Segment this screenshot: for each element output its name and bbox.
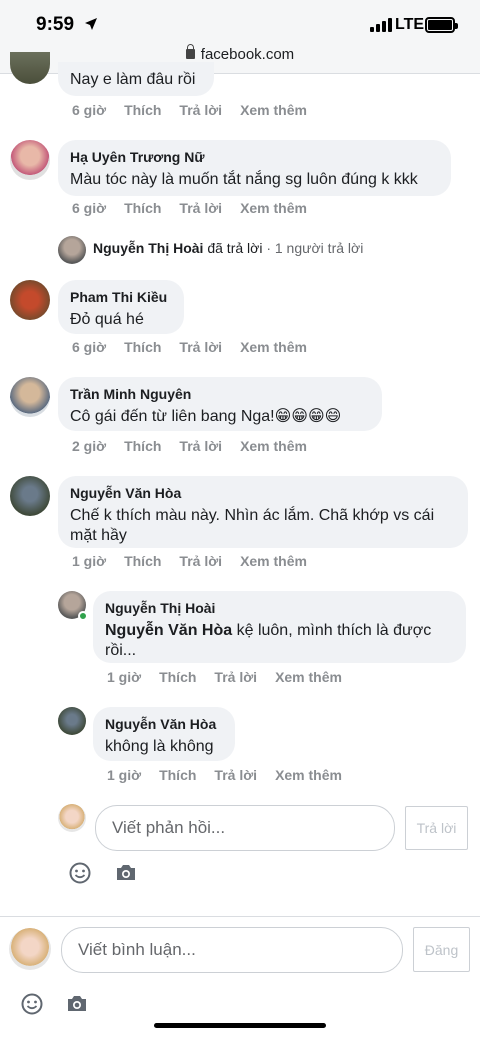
comment-text: Cô gái đến từ liên bang Nga!😁😁😁😄 [70, 408, 342, 425]
reply-button[interactable]: Trả lời [179, 438, 222, 454]
see-more-button[interactable]: Xem thêm [240, 339, 307, 355]
reply-button[interactable]: Trả lời [179, 102, 222, 118]
comment-bubble: Hạ Uyên Trương Nữ Màu tóc này là muốn tắ… [58, 140, 451, 196]
avatar [58, 804, 86, 832]
reply-button[interactable]: Trả lời [179, 339, 222, 355]
see-more-button[interactable]: Xem thêm [240, 438, 307, 454]
address-bar[interactable]: facebook.com [0, 44, 480, 63]
mention[interactable]: Nguyễn Văn Hòa [105, 622, 232, 639]
reply-time: 1 giờ [107, 767, 142, 783]
reply-bubble: Nguyễn Văn Hòa không là không [93, 707, 235, 761]
comment-time: 6 giờ [72, 102, 107, 118]
avatar[interactable] [58, 707, 86, 735]
clock: 9:59 [36, 14, 75, 35]
comment-actions: 2 giờ Thích Trả lời Xem thêm [72, 438, 325, 454]
comment-time: 2 giờ [72, 438, 107, 454]
reply-author[interactable]: Nguyễn Văn Hòa [105, 715, 223, 733]
like-button[interactable]: Thích [159, 767, 196, 783]
reply-author[interactable]: Nguyễn Thị Hoài [105, 599, 454, 617]
signal-icon [370, 18, 392, 32]
reply-submit-button[interactable]: Trả lời [405, 806, 468, 850]
smiley-icon[interactable] [21, 993, 43, 1015]
smiley-icon[interactable] [69, 862, 91, 884]
comment-actions: 6 giờ Thích Trả lời Xem thêm [72, 102, 325, 118]
like-button[interactable]: Thích [124, 438, 161, 454]
comment-author[interactable]: Nguyễn Văn Hòa [70, 484, 456, 502]
like-button[interactable]: Thích [124, 102, 161, 118]
network-type: LTE [395, 16, 425, 33]
reply-button[interactable]: Trả lời [214, 767, 257, 783]
comment-input-placeholder: Viết bình luận... [78, 940, 196, 959]
comment-actions: 1 giờ Thích Trả lời Xem thêm [72, 553, 325, 569]
camera-icon[interactable] [66, 995, 88, 1013]
comment-text: Màu tóc này là muốn tắt nắng sg luôn đún… [70, 171, 418, 188]
comment-text: Đỏ quá hé [70, 311, 144, 328]
reply-summary-count: · 1 người trả lời [266, 240, 364, 256]
like-button[interactable]: Thích [124, 200, 161, 216]
online-indicator [78, 611, 88, 621]
see-more-button[interactable]: Xem thêm [240, 200, 307, 216]
comment-author[interactable]: Pham Thi Kiều [70, 288, 172, 306]
avatar [9, 928, 51, 970]
comment-text: Chế k thích màu này. Nhìn ác lắm. Chã kh… [70, 507, 435, 544]
reply-summary-name: Nguyễn Thị Hoài [93, 240, 204, 256]
reply-bubble: Nguyễn Thị Hoài Nguyễn Văn Hòa kệ luôn, … [93, 591, 466, 663]
comment-author[interactable]: Hạ Uyên Trương Nữ [70, 148, 439, 166]
comment-input[interactable]: Viết bình luận... [61, 927, 403, 973]
avatar[interactable] [10, 140, 50, 180]
reply-button[interactable]: Trả lời [179, 553, 222, 569]
reply-text: Nguyễn Văn Hòa kệ luôn, mình thích là đư… [105, 622, 432, 659]
comment-actions: 6 giờ Thích Trả lời Xem thêm [72, 200, 325, 216]
reply-input-placeholder: Viết phản hồi... [112, 818, 226, 837]
avatar[interactable] [10, 377, 50, 417]
comment-time: 6 giờ [72, 339, 107, 355]
comment-bubble: Trần Minh Nguyên Cô gái đến từ liên bang… [58, 377, 382, 431]
comment-time: 1 giờ [72, 553, 107, 569]
home-indicator [154, 1023, 326, 1028]
reply-actions: 1 giờ Thích Trả lời Xem thêm [107, 767, 360, 783]
location-arrow-icon [85, 18, 97, 30]
see-more-button[interactable]: Xem thêm [275, 669, 342, 685]
view-replies-link[interactable]: Nguyễn Thị Hoài đã trả lời · 1 người trả… [93, 240, 363, 256]
avatar[interactable] [10, 52, 50, 84]
see-more-button[interactable]: Xem thêm [275, 767, 342, 783]
comment-bubble: Nay e làm đâu rồi [58, 62, 214, 96]
reply-summary-action: đã trả lời [207, 240, 263, 256]
comment-time: 6 giờ [72, 200, 107, 216]
see-more-button[interactable]: Xem thêm [240, 553, 307, 569]
reply-text: không là không [105, 738, 214, 755]
comment-text: Nay e làm đâu rồi [70, 71, 196, 88]
post-comment-button[interactable]: Đăng [413, 927, 470, 972]
avatar[interactable] [10, 476, 50, 516]
reply-input[interactable]: Viết phản hồi... [95, 805, 395, 851]
lock-icon [185, 44, 195, 59]
reply-time: 1 giờ [107, 669, 142, 685]
like-button[interactable]: Thích [124, 339, 161, 355]
battery-icon [425, 17, 458, 33]
reply-button[interactable]: Trả lời [214, 669, 257, 685]
comment-actions: 6 giờ Thích Trả lời Xem thêm [72, 339, 325, 355]
reply-button[interactable]: Trả lời [179, 200, 222, 216]
url-text: facebook.com [200, 46, 295, 63]
camera-icon[interactable] [115, 864, 137, 882]
comment-bubble: Pham Thi Kiều Đỏ quá hé [58, 280, 184, 334]
see-more-button[interactable]: Xem thêm [240, 102, 307, 118]
reply-actions: 1 giờ Thích Trả lời Xem thêm [107, 669, 360, 685]
comment-bubble: Nguyễn Văn Hòa Chế k thích màu này. Nhìn… [58, 476, 468, 548]
avatar[interactable] [58, 236, 86, 264]
like-button[interactable]: Thích [159, 669, 196, 685]
comment-author[interactable]: Trần Minh Nguyên [70, 385, 370, 403]
avatar[interactable] [10, 280, 50, 320]
like-button[interactable]: Thích [124, 553, 161, 569]
divider [0, 916, 480, 917]
